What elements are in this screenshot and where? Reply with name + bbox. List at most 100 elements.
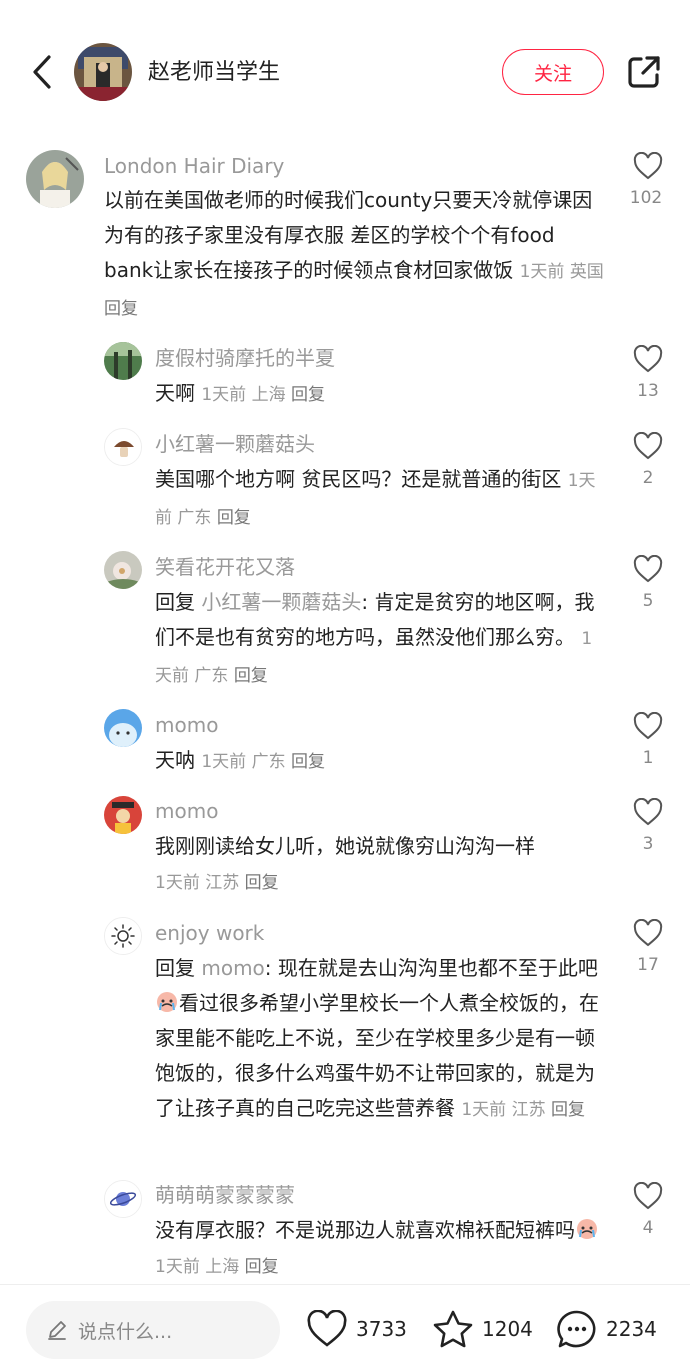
collect-button[interactable]: 1204	[432, 1307, 533, 1351]
comment-username[interactable]: 萌萌萌蒙蒙蒙蒙	[155, 1181, 295, 1209]
comment-location: 上海	[251, 385, 286, 405]
user-avatar[interactable]	[104, 1180, 142, 1218]
comment-like-button[interactable]: 2	[628, 432, 668, 488]
comment-username[interactable]: 小红薯一颗蘑菇头	[155, 430, 315, 458]
comment-meta: 1天前 广东 回复	[201, 752, 325, 772]
heart-icon	[633, 919, 663, 947]
comment-username[interactable]: momo	[155, 797, 218, 825]
crying-face-emoji	[577, 1219, 597, 1239]
bottom-action-bar: 说点什么... 3733 1204 2234	[0, 1284, 690, 1371]
heart-icon	[633, 798, 663, 826]
comment-bubble-icon	[557, 1310, 596, 1348]
mention-link[interactable]: momo	[201, 956, 264, 980]
comment-meta: 1天前 江苏 回复	[155, 873, 279, 893]
reply-button[interactable]: 回复	[104, 299, 138, 319]
comment-like-button[interactable]: 3	[628, 798, 668, 854]
comment-text: 回复 小红薯一颗蘑菇头: 肯定是贫穷的地区啊，我们不是也有贫穷的地方吗，虽然没他…	[155, 585, 605, 694]
comment-location: 广东	[194, 666, 229, 686]
reply-prefix: 回复	[155, 590, 195, 614]
comment-like-button[interactable]: 17	[628, 919, 668, 975]
heart-icon	[307, 1310, 347, 1347]
comment-body: 美国哪个地方啊 贫民区吗？还是就普通的街区	[155, 467, 562, 491]
like-count: 1	[642, 748, 654, 768]
reply-button[interactable]: 回复	[234, 666, 268, 686]
comment-time: 1天前	[201, 752, 247, 772]
comment-location: 上海	[205, 1257, 240, 1277]
comment-username[interactable]: momo	[155, 711, 218, 739]
heart-icon	[633, 712, 663, 740]
comment-body: 天呐	[155, 748, 195, 772]
comment-username[interactable]: enjoy work	[155, 919, 264, 947]
like-count: 3	[642, 834, 654, 854]
comment-location: 英国	[569, 262, 604, 282]
comment-time: 1天前	[155, 873, 200, 893]
comment-text: 以前在美国做老师的时候我们county只要天冷就停课因为有的孩子家里没有厚衣服 …	[104, 183, 609, 327]
user-avatar[interactable]	[104, 709, 142, 747]
comment-text: 回复 momo: 现在就是去山沟沟里也都不至于此吧看过很多希望小学里校长一个人煮…	[155, 951, 605, 1128]
comment-like-button[interactable]: 1	[628, 712, 668, 768]
star-icon	[433, 1310, 473, 1348]
like-count: 17	[637, 955, 659, 975]
comment-time: 1天前	[461, 1100, 507, 1120]
comment-like-button[interactable]: 5	[628, 555, 668, 611]
user-avatar[interactable]	[104, 551, 142, 589]
user-avatar[interactable]	[104, 917, 142, 955]
comment-text: 没有厚衣服？不是说那边人就喜欢棉袄配短裤吗 1天前 上海 回复	[155, 1213, 605, 1285]
comment-body: : 现在就是去山沟沟里也都不至于此吧	[264, 956, 598, 980]
comment-like-button[interactable]: 102	[628, 152, 668, 208]
like-count: 5	[642, 591, 654, 611]
reply-button[interactable]: 回复	[245, 1257, 279, 1277]
comment-meta: 1天前 上海 回复	[201, 385, 325, 405]
heart-icon	[633, 152, 663, 180]
reply-button[interactable]: 回复	[245, 873, 279, 893]
like-button[interactable]: 3733	[306, 1307, 407, 1351]
comment-like-button[interactable]: 13	[628, 345, 668, 401]
comment-username[interactable]: London Hair Diary	[104, 152, 284, 180]
comment-body: 我刚刚读给女儿听，她说就像穷山沟沟一样	[155, 834, 535, 858]
comment-text: 我刚刚读给女儿听，她说就像穷山沟沟一样 1天前 江苏 回复	[155, 829, 605, 901]
reply-button[interactable]: 回复	[551, 1100, 585, 1120]
comment-location: 广东	[251, 752, 286, 772]
comment-item: London Hair Diary 以前在美国做老师的时候我们county只要天…	[0, 0, 690, 330]
comment-location: 广东	[177, 508, 212, 528]
user-avatar[interactable]	[26, 150, 84, 208]
heart-icon	[633, 1182, 663, 1210]
comment-body: 没有厚衣服？不是说那边人就喜欢棉袄配短裤吗	[155, 1218, 575, 1242]
comment-time: 1天前	[519, 262, 565, 282]
comment-text: 天啊 1天前 上海 回复	[155, 376, 605, 413]
reply-button[interactable]: 回复	[291, 752, 325, 772]
heart-icon	[633, 555, 663, 583]
user-avatar[interactable]	[104, 796, 142, 834]
like-count: 102	[629, 188, 663, 208]
comment-location: 江苏	[511, 1100, 546, 1120]
comment-input-placeholder: 说点什么...	[78, 1320, 173, 1343]
crying-face-emoji	[157, 992, 177, 1012]
collect-count: 1204	[482, 1317, 533, 1341]
mention-link[interactable]: 小红薯一颗蘑菇头	[201, 590, 361, 614]
heart-icon	[633, 432, 663, 460]
comment-body: 天啊	[155, 381, 195, 405]
sun-icon	[105, 918, 141, 954]
comment-meta: 1天前 江苏 回复	[461, 1100, 585, 1120]
comment-text: 美国哪个地方啊 贫民区吗？还是就普通的街区 1天前 广东 回复	[155, 462, 605, 536]
comment-location: 江苏	[205, 873, 240, 893]
comment-text: 天呐 1天前 广东 回复	[155, 743, 605, 780]
comment-button[interactable]: 2234	[556, 1307, 657, 1351]
comment-like-button[interactable]: 4	[628, 1182, 668, 1238]
comment-input[interactable]: 说点什么...	[26, 1301, 280, 1359]
user-avatar[interactable]	[104, 342, 142, 380]
heart-icon	[633, 345, 663, 373]
comment-username[interactable]: 度假村骑摩托的半夏	[155, 344, 335, 372]
like-count: 2	[642, 468, 654, 488]
reply-button[interactable]: 回复	[217, 508, 251, 528]
comment-count: 2234	[606, 1317, 657, 1341]
reply-button[interactable]: 回复	[291, 385, 325, 405]
like-count: 4	[642, 1218, 654, 1238]
like-count: 13	[637, 381, 659, 401]
planet-icon	[105, 1181, 141, 1217]
user-avatar[interactable]	[104, 428, 142, 466]
comment-username[interactable]: 笑看花开花又落	[155, 553, 295, 581]
pencil-icon	[48, 1321, 66, 1340]
reply-prefix: 回复	[155, 956, 195, 980]
comment-meta: 1天前 上海 回复	[155, 1257, 279, 1277]
